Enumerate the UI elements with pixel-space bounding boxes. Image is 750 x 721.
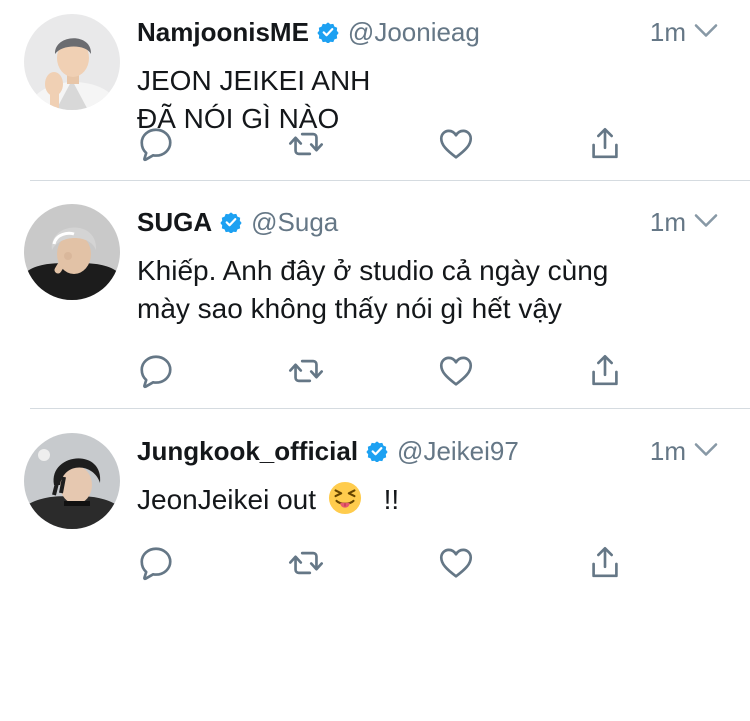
retweet-icon — [287, 544, 325, 582]
author-name[interactable]: NamjoonisME — [137, 17, 309, 48]
share-button[interactable] — [585, 124, 625, 164]
tweet-timestamp[interactable]: 1m — [650, 14, 686, 50]
tweet-divider — [30, 408, 750, 409]
tweet-timestamp[interactable]: 1m — [650, 204, 686, 240]
verified-badge-icon — [366, 440, 388, 462]
retweet-button[interactable] — [286, 543, 326, 583]
tweet-2[interactable]: SUGA @Suga 1m Khiếp. Anh đây ở studio cả… — [0, 190, 750, 408]
share-icon — [586, 125, 624, 163]
tweet-text-line: JEON JEIKEI ANH — [137, 65, 371, 96]
author-name[interactable]: SUGA — [137, 207, 212, 238]
tweet-text: Khiếp. Anh đây ở studio cả ngày cùng mày… — [137, 252, 608, 328]
tweet-divider — [30, 180, 750, 181]
verified-badge-icon — [220, 211, 242, 233]
reply-button[interactable] — [136, 124, 176, 164]
retweet-icon — [287, 125, 325, 163]
retweet-button[interactable] — [286, 351, 326, 391]
reply-button[interactable] — [136, 351, 176, 391]
like-button[interactable] — [436, 124, 476, 164]
reply-icon — [137, 125, 175, 163]
author-name[interactable]: Jungkook_official — [137, 436, 358, 467]
reply-icon — [137, 544, 175, 582]
tweet-1[interactable]: NamjoonisME @Joonieag 1m JEON JEIKEI ANH… — [0, 0, 750, 180]
retweet-button[interactable] — [286, 124, 326, 164]
reply-icon — [137, 352, 175, 390]
tweet-text-main: JeonJeikei out — [137, 484, 317, 515]
share-icon — [586, 352, 624, 390]
verified-badge-icon — [317, 21, 339, 43]
author-handle[interactable]: @Jeikei97 — [397, 436, 519, 467]
like-button[interactable] — [436, 351, 476, 391]
heart-icon — [437, 125, 475, 163]
tweet-timestamp[interactable]: 1m — [650, 433, 686, 469]
reply-button[interactable] — [136, 543, 176, 583]
tweet-text-line: mày sao không thấy nói gì hết vậy — [137, 293, 562, 324]
tweet-3[interactable]: Jungkook_official @Jeikei97 1m JeonJeike… — [0, 419, 750, 599]
squinting-tongue-face-icon — [328, 481, 361, 515]
avatar-photo-icon[interactable] — [24, 14, 120, 110]
like-button[interactable] — [436, 543, 476, 583]
retweet-icon — [287, 352, 325, 390]
chevron-down-icon[interactable] — [694, 441, 718, 459]
avatar-photo-icon[interactable] — [24, 433, 120, 529]
author-handle[interactable]: @Suga — [251, 207, 338, 238]
tweet-text: JeonJeikei out !! — [137, 481, 399, 519]
tweet-text-line: Khiếp. Anh đây ở studio cả ngày cùng — [137, 255, 609, 286]
author-handle[interactable]: @Joonieag — [348, 17, 480, 48]
chevron-down-icon[interactable] — [694, 22, 718, 40]
share-button[interactable] — [585, 543, 625, 583]
chevron-down-icon[interactable] — [694, 212, 718, 230]
avatar-photo-icon[interactable] — [24, 204, 120, 300]
share-button[interactable] — [585, 351, 625, 391]
share-icon — [586, 544, 624, 582]
tweet-text-exclaim: !! — [383, 484, 400, 515]
heart-icon — [437, 544, 475, 582]
heart-icon — [437, 352, 475, 390]
